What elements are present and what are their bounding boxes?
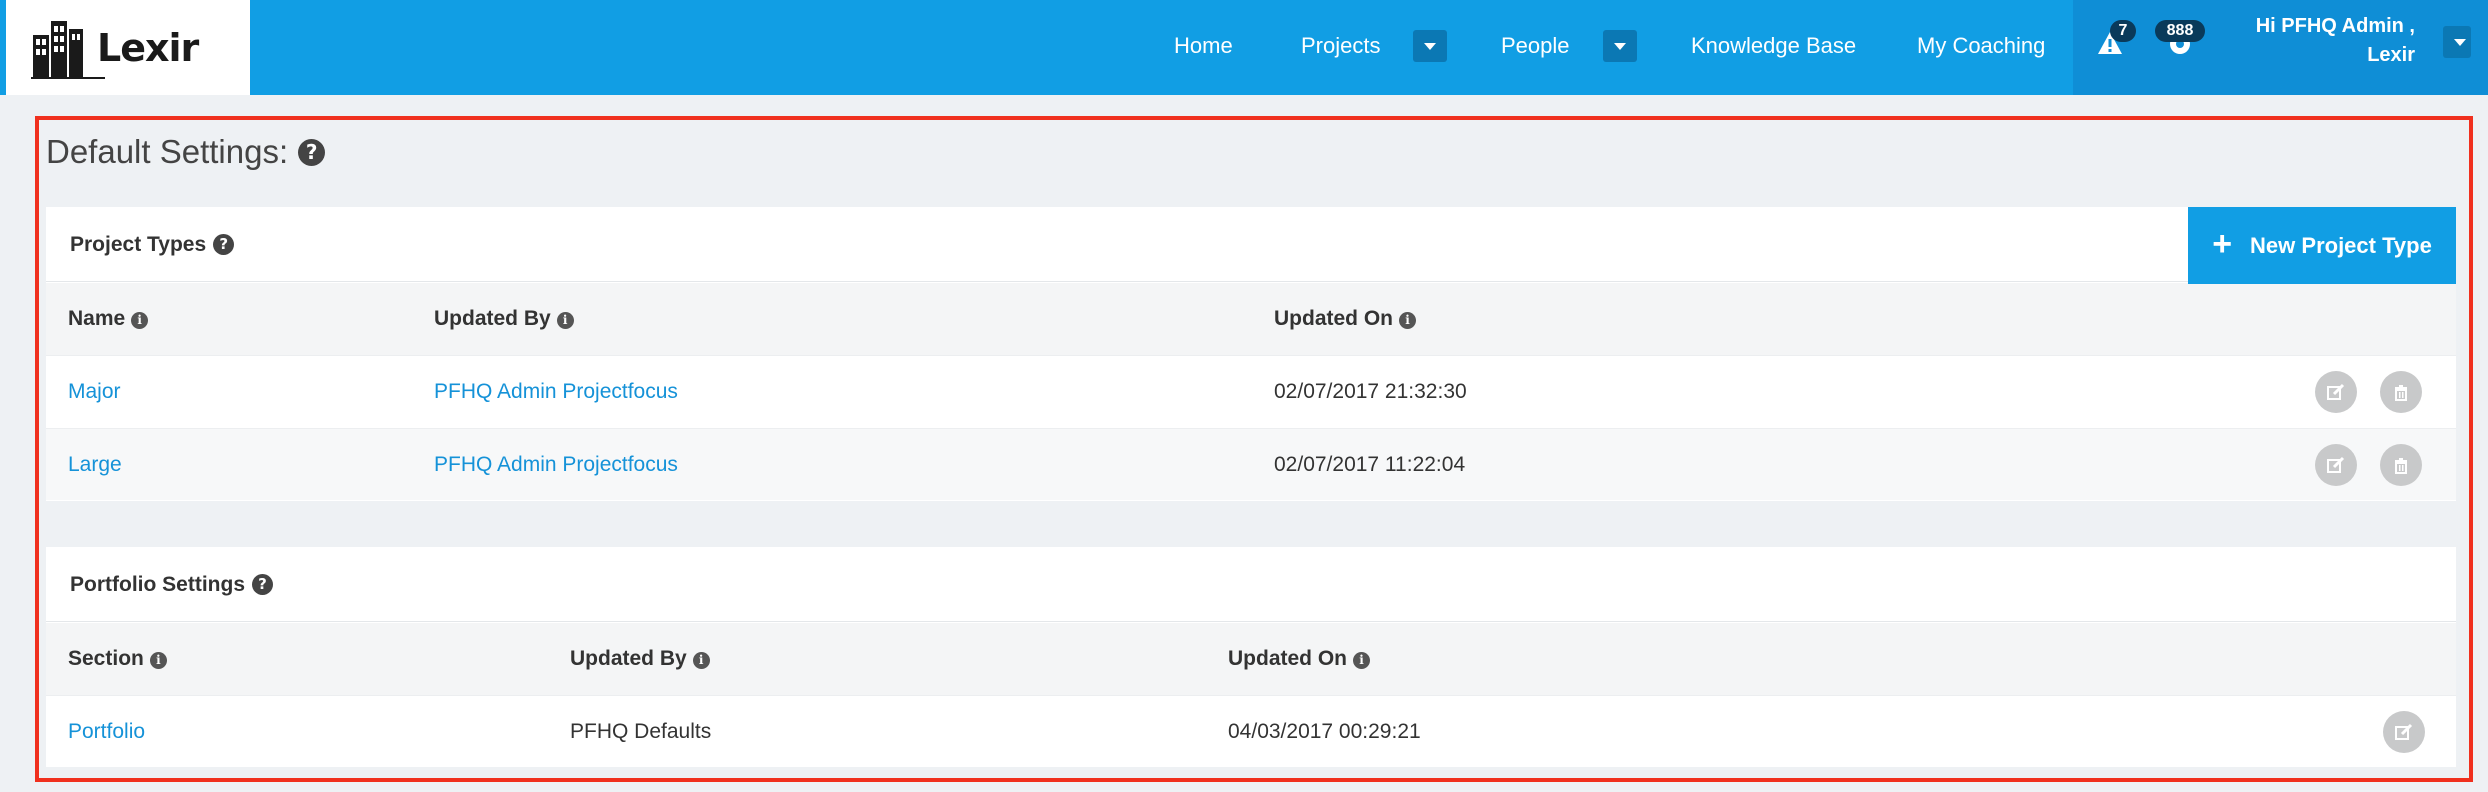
info-circle-icon: i xyxy=(1399,312,1416,329)
updated-by-link[interactable]: PFHQ Admin Projectfocus xyxy=(434,356,678,428)
info-circle-icon: i xyxy=(556,312,574,329)
nav-knowledge-base[interactable]: Knowledge Base xyxy=(1691,0,1856,95)
project-type-name-link[interactable]: Large xyxy=(68,429,122,501)
user-greeting[interactable]: Hi PFHQ Admin , Lexir xyxy=(2240,12,2415,70)
updated-on-value: 04/03/2017 00:29:21 xyxy=(1228,720,1421,743)
updated-by-link[interactable]: PFHQ Admin Projectfocus xyxy=(434,429,678,501)
project-type-name-link[interactable]: Major xyxy=(68,356,121,428)
table-row: Large PFHQ Admin Projectfocus 02/07/2017… xyxy=(46,428,2456,500)
edit-icon xyxy=(2327,383,2345,400)
project-types-title-text: Project Types xyxy=(70,233,207,256)
logo-buildings-icon xyxy=(31,20,105,79)
edit-icon xyxy=(2395,723,2413,740)
column-header-section[interactable]: Section i xyxy=(68,623,167,695)
edit-button[interactable] xyxy=(2315,371,2357,413)
projects-dropdown-chevron-down-icon[interactable] xyxy=(1413,30,1447,62)
portfolio-settings-title: Portfolio Settings ? xyxy=(70,547,273,622)
project-types-title: Project Types ? xyxy=(70,207,235,282)
portfolio-settings-panel: Portfolio Settings ? Section i Updated By… xyxy=(46,547,2456,767)
info-circle-icon: i xyxy=(149,652,167,669)
edit-button[interactable] xyxy=(2315,444,2357,486)
people-dropdown-chevron-down-icon[interactable] xyxy=(1603,30,1637,62)
column-label: Section xyxy=(68,647,144,670)
nav-people[interactable]: People xyxy=(1501,0,1570,95)
info-circle-icon: i xyxy=(1353,652,1370,669)
column-header-updated-by[interactable]: Updated By i xyxy=(434,283,574,355)
updated-on-value: 02/07/2017 21:32:30 xyxy=(1274,380,1467,403)
column-label: Name xyxy=(68,307,126,330)
page-title: Default Settings: ? xyxy=(46,133,326,171)
column-label: Updated On xyxy=(1228,647,1347,670)
info-circle-icon: i xyxy=(692,652,710,669)
plus-icon: + xyxy=(2212,224,2233,263)
nav-my-coaching[interactable]: My Coaching xyxy=(1917,0,2045,95)
info-circle-icon: i xyxy=(131,312,149,329)
nav-projects[interactable]: Projects xyxy=(1301,0,1380,95)
column-label: Updated By xyxy=(434,307,551,330)
delete-button[interactable] xyxy=(2380,371,2422,413)
portfolio-settings-header: Portfolio Settings ? xyxy=(46,547,2456,622)
alerts-count-badge: 7 xyxy=(2110,20,2136,42)
nav-home[interactable]: Home xyxy=(1174,0,1233,95)
new-project-type-label: New Project Type xyxy=(2250,232,2432,258)
column-header-updated-by[interactable]: Updated By i xyxy=(570,623,710,695)
portfolio-column-headers: Section i Updated By i Updated On i xyxy=(46,623,2456,695)
project-types-panel: Project Types ? Name i Updated By i Update… xyxy=(46,207,2456,501)
table-row: Portfolio PFHQ Defaults 04/03/2017 00:29… xyxy=(46,695,2456,767)
column-header-name[interactable]: Name i xyxy=(68,283,149,355)
updated-by-value: PFHQ Defaults xyxy=(570,720,712,743)
greeting-line-1: Hi PFHQ Admin , xyxy=(2255,15,2415,37)
edit-button[interactable] xyxy=(2383,711,2425,753)
question-circle-icon[interactable]: ? xyxy=(213,234,235,255)
brand-logo[interactable]: Lexir xyxy=(6,0,250,95)
greeting-line-2: Lexir xyxy=(2367,44,2415,66)
column-header-updated-on[interactable]: Updated On i xyxy=(1228,623,1370,695)
user-menu-chevron-down-icon[interactable] xyxy=(2443,26,2471,58)
trash-icon xyxy=(2395,385,2407,401)
updated-on-value: 02/07/2017 11:22:04 xyxy=(1274,453,1466,476)
support-count-badge: 888 xyxy=(2155,20,2205,42)
project-types-column-headers: Name i Updated By i Updated On i xyxy=(46,283,2456,355)
portfolio-settings-title-text: Portfolio Settings xyxy=(70,573,245,596)
trash-icon xyxy=(2395,458,2407,474)
question-circle-icon[interactable]: ? xyxy=(298,138,326,166)
delete-button[interactable] xyxy=(2380,444,2422,486)
column-label: Updated By xyxy=(570,647,687,670)
question-circle-icon[interactable]: ? xyxy=(252,574,273,595)
column-label: Updated On xyxy=(1274,307,1393,330)
column-header-updated-on[interactable]: Updated On i xyxy=(1274,283,1416,355)
top-navbar: Lexir Home Projects People Knowledge Bas… xyxy=(0,0,2488,95)
table-row: Major PFHQ Admin Projectfocus 02/07/2017… xyxy=(46,355,2456,427)
edit-icon xyxy=(2327,456,2345,473)
page-title-text: Default Settings: xyxy=(46,133,289,170)
new-project-type-button[interactable]: + New Project Type xyxy=(2188,207,2456,284)
portfolio-section-link[interactable]: Portfolio xyxy=(68,696,145,768)
project-types-header: Project Types ? xyxy=(46,207,2456,282)
brand-name: Lexir xyxy=(97,25,199,70)
